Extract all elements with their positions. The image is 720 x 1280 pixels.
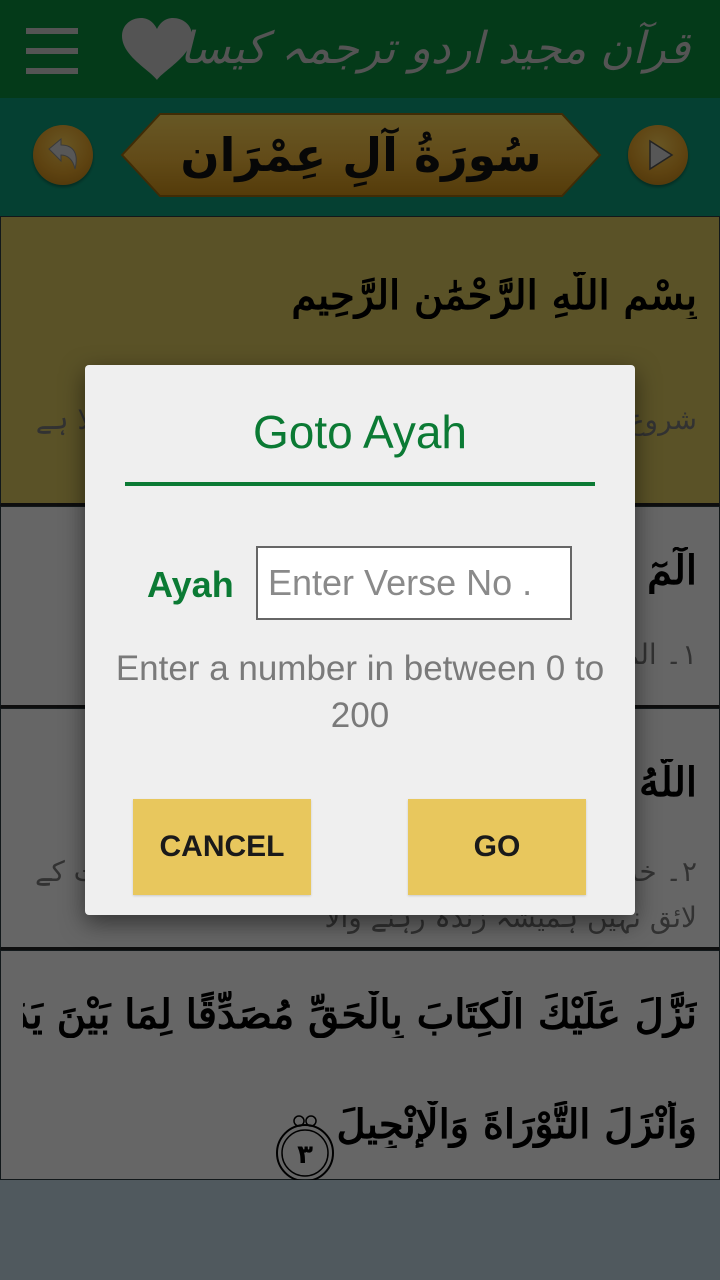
app-root: قرآن مجید اردو ترجمہ کیساتھ سُورَةُ آلِ …	[0, 0, 720, 1280]
go-button[interactable]: GO	[408, 799, 586, 895]
range-hint: Enter a number in between 0 to 200	[115, 649, 605, 735]
verse-number-input[interactable]	[256, 546, 572, 620]
dialog-title: Goto Ayah	[253, 406, 467, 458]
bottom-area	[0, 1180, 720, 1280]
cancel-button[interactable]: CANCEL	[133, 799, 311, 895]
ayah-field-label: Ayah	[147, 564, 234, 605]
goto-ayah-dialog: Goto Ayah Ayah Enter a number in between…	[85, 365, 635, 915]
title-divider	[125, 482, 595, 486]
